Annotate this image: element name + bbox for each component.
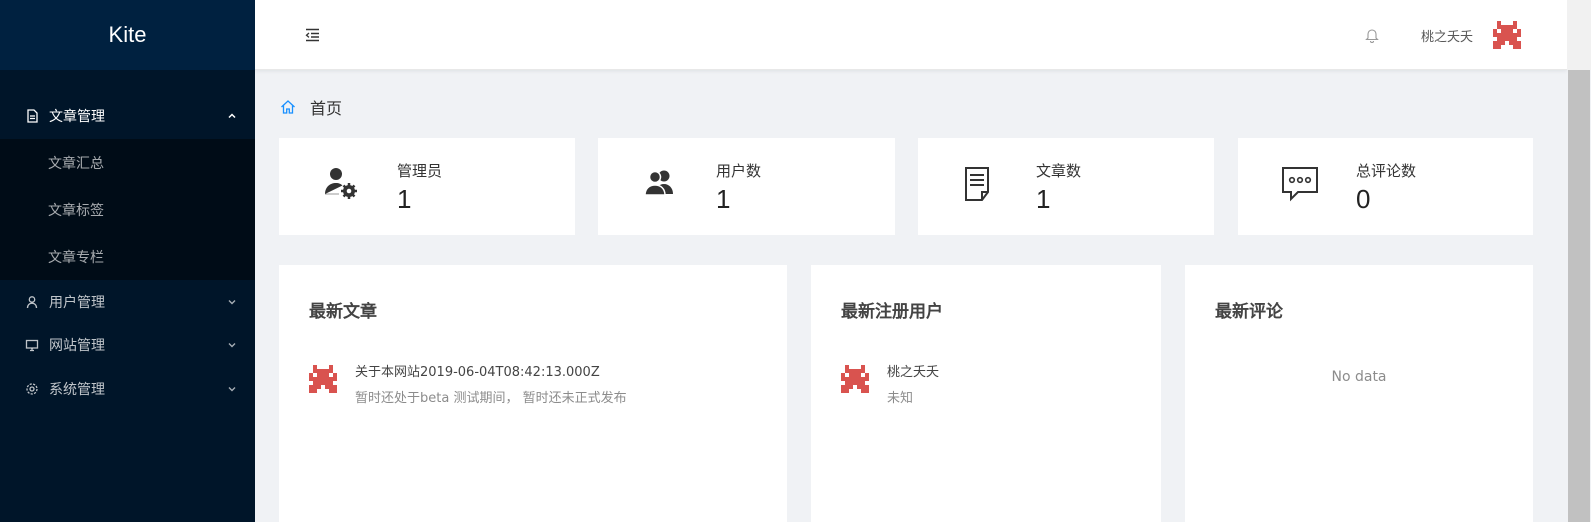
avatar	[841, 365, 869, 393]
desktop-icon	[25, 338, 39, 352]
panel-latest-comments: 最新评论 No data	[1185, 265, 1533, 522]
panel-title: 最新文章	[309, 302, 377, 322]
home-icon[interactable]	[280, 99, 296, 115]
menu-fold-icon[interactable]	[303, 26, 321, 44]
user-name[interactable]: 桃之夭夭	[887, 363, 939, 383]
sidebar: Kite 文章管理 文章汇总 文章标签 文章专栏 用户管理 网站管理 系统管理	[0, 0, 255, 522]
menu-user-management[interactable]: 用户管理	[0, 280, 255, 324]
stat-card-comments[interactable]: 总评论数 0	[1238, 138, 1533, 235]
submenu-article: 文章汇总 文章标签 文章专栏	[0, 139, 255, 280]
header-username[interactable]: 桃之夭夭	[1421, 26, 1473, 45]
panel-latest-users: 最新注册用户 桃之夭夭 未知	[811, 265, 1161, 522]
menu-article-management[interactable]: 文章管理	[0, 93, 255, 139]
stat-label: 管理员	[397, 162, 443, 180]
submenu-item-article-summary[interactable]: 文章汇总	[0, 139, 255, 186]
chevron-up-icon	[227, 111, 237, 121]
user-desc: 未知	[887, 391, 914, 406]
scrollbar-track	[1567, 0, 1591, 70]
users-icon	[640, 164, 680, 204]
empty-state-text: No data	[1331, 369, 1387, 385]
chevron-down-icon	[227, 340, 237, 350]
stat-value: 1	[1036, 184, 1051, 214]
document-icon	[960, 164, 1000, 204]
article-desc: 暂时还处于beta 测试期间， 暂时还未正式发布	[355, 391, 627, 406]
stat-card-admins[interactable]: 管理员 1	[279, 138, 575, 235]
file-icon	[25, 109, 39, 123]
stat-label: 总评论数	[1356, 162, 1417, 180]
stat-card-users[interactable]: 用户数 1	[598, 138, 895, 235]
stat-card-articles[interactable]: 文章数 1	[918, 138, 1214, 235]
submenu-item-article-tags[interactable]: 文章标签	[0, 186, 255, 233]
menu-label: 系统管理	[49, 381, 105, 398]
chevron-down-icon	[227, 297, 237, 307]
menu-site-management[interactable]: 网站管理	[0, 324, 255, 368]
article-title[interactable]: 关于本网站2019-06-04T08:42:13.000Z	[355, 363, 627, 383]
stat-value: 1	[716, 184, 731, 214]
bell-icon[interactable]	[1365, 27, 1379, 43]
list-item-text: 桃之夭夭 未知	[887, 363, 939, 409]
panel-latest-articles: 最新文章 关于本网站2019-06-04T08:42:13.000Z 暂时还处于…	[279, 265, 787, 522]
list-item-text: 关于本网站2019-06-04T08:42:13.000Z 暂时还处于beta …	[355, 363, 627, 409]
panel-title: 最新评论	[1215, 302, 1283, 322]
top-header: 桃之夭夭	[255, 0, 1567, 70]
sidebar-menu: 文章管理 文章汇总 文章标签 文章专栏 用户管理 网站管理 系统管理	[0, 70, 255, 411]
list-item[interactable]: 关于本网站2019-06-04T08:42:13.000Z 暂时还处于beta …	[309, 363, 627, 409]
gear-icon	[25, 382, 39, 396]
chevron-down-icon	[227, 384, 237, 394]
admin-gear-icon	[321, 164, 361, 204]
menu-system-management[interactable]: 系统管理	[0, 367, 255, 411]
breadcrumb-home[interactable]: 首页	[310, 95, 342, 119]
menu-label: 网站管理	[49, 338, 105, 355]
stat-value: 1	[397, 184, 412, 214]
user-icon	[25, 295, 39, 309]
stat-label: 用户数	[716, 162, 762, 180]
app-logo[interactable]: Kite	[0, 0, 255, 70]
avatar	[309, 365, 337, 393]
stat-label: 文章数	[1036, 162, 1082, 180]
panel-title: 最新注册用户	[841, 302, 943, 322]
scrollbar-thumb[interactable]	[1568, 70, 1590, 522]
stat-value: 0	[1356, 184, 1371, 214]
menu-label: 用户管理	[49, 294, 105, 311]
avatar[interactable]	[1493, 21, 1521, 49]
menu-label: 文章管理	[49, 109, 105, 125]
submenu-item-article-columns[interactable]: 文章专栏	[0, 233, 255, 280]
list-item[interactable]: 桃之夭夭 未知	[841, 363, 939, 409]
comment-icon	[1280, 164, 1320, 204]
breadcrumb: 首页	[280, 95, 342, 119]
